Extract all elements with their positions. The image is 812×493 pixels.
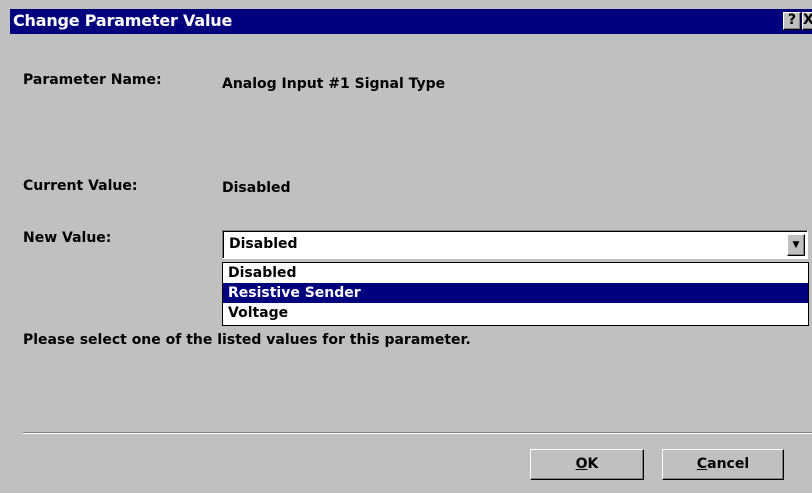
new-value-label: New Value: — [23, 230, 112, 246]
cancel-button[interactable]: Cancel — [662, 449, 784, 480]
dropdown-arrow-icon[interactable]: ▼ — [787, 234, 805, 256]
instruction-message: Please select one of the listed values f… — [23, 332, 471, 348]
dropdown-option-resistive-sender[interactable]: Resistive Sender — [223, 283, 808, 303]
parameter-name-value: Analog Input #1 Signal Type — [222, 76, 446, 92]
ok-label-rest: K — [587, 456, 599, 472]
title-bar[interactable]: Change Parameter Value ? X — [10, 9, 812, 34]
separator — [23, 432, 812, 434]
help-icon[interactable]: ? — [783, 12, 801, 30]
current-value-label: Current Value: — [23, 178, 138, 194]
current-value-value: Disabled — [222, 180, 291, 196]
window-title: Change Parameter Value — [13, 11, 233, 30]
parameter-name-label: Parameter Name: — [23, 72, 162, 88]
dropdown-option-disabled[interactable]: Disabled — [223, 263, 808, 283]
cancel-label-rest: ancel — [707, 456, 750, 472]
ok-button[interactable]: OK — [530, 449, 644, 480]
combobox-selected-value: Disabled — [229, 236, 298, 252]
close-icon[interactable]: X — [802, 12, 812, 30]
dropdown-option-voltage[interactable]: Voltage — [223, 303, 808, 323]
cancel-mnemonic: C — [696, 456, 708, 472]
new-value-combobox[interactable]: Disabled ▼ — [222, 230, 808, 259]
ok-mnemonic: O — [575, 456, 588, 472]
dropdown-list[interactable]: Disabled Resistive Sender Voltage — [222, 262, 809, 326]
